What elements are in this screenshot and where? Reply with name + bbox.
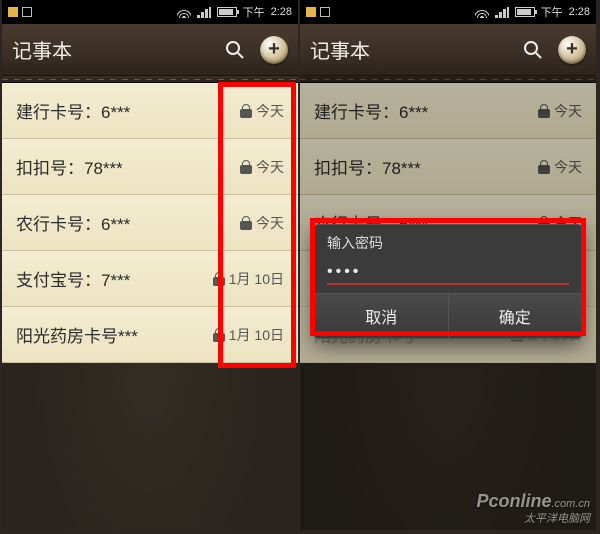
watermark-sub: 太平洋电脑网 — [524, 513, 590, 525]
search-icon — [225, 40, 245, 60]
add-note-button[interactable]: + — [558, 36, 586, 64]
notif-icon — [22, 7, 32, 17]
note-title: 扣扣号：78*** — [16, 154, 240, 179]
note-title: 建行卡号：6*** — [16, 98, 240, 123]
status-bar: 下午 2:28 — [300, 0, 596, 24]
app-title: 记事本 — [310, 35, 510, 64]
lock-icon — [240, 160, 252, 174]
lock-icon — [213, 272, 225, 286]
confirm-button[interactable]: 确定 — [449, 294, 582, 338]
header-stitch — [2, 76, 298, 83]
wifi-icon — [177, 6, 191, 18]
clock-time: 2:28 — [271, 6, 292, 18]
notif-icon — [306, 7, 316, 17]
dialog-buttons: 取消 确定 — [315, 293, 581, 338]
app-title: 记事本 — [12, 35, 212, 64]
notif-icon — [8, 7, 18, 17]
screenshot-left: 下午 2:28 记事本 + 建行卡号：6*** 今天 扣扣号：78*** — [2, 0, 298, 530]
password-input[interactable]: •••• — [327, 261, 569, 285]
app-header: 记事本 + — [2, 24, 298, 76]
lock-icon — [213, 328, 225, 342]
cancel-button[interactable]: 取消 — [315, 294, 449, 338]
clock-time: 2:28 — [569, 6, 590, 18]
note-row[interactable]: 阳光药房卡号*** 1月 10日 — [2, 307, 298, 363]
search-button[interactable] — [220, 35, 250, 65]
watermark-brand: Pconline — [476, 491, 551, 511]
note-title: 支付宝号：7*** — [16, 266, 213, 291]
battery-icon — [217, 7, 237, 17]
wifi-icon — [475, 6, 489, 18]
note-title: 农行卡号：6*** — [16, 210, 240, 235]
battery-icon — [515, 7, 535, 17]
note-row[interactable]: 扣扣号：78*** 今天 — [2, 139, 298, 195]
app-header: 记事本 + — [300, 24, 596, 76]
signal-icon — [197, 7, 211, 18]
empty-area — [2, 363, 298, 530]
note-row[interactable]: 支付宝号：7*** 1月 10日 — [2, 251, 298, 307]
plus-icon: + — [566, 38, 578, 61]
dialog-title: 输入密码 — [315, 225, 581, 257]
notes-list: 建行卡号：6*** 今天 扣扣号：78*** 今天 农行卡号：6*** 今天 支… — [2, 83, 298, 363]
note-row[interactable]: 农行卡号：6*** 今天 — [2, 195, 298, 251]
search-icon — [523, 40, 543, 60]
signal-icon — [495, 7, 509, 18]
clock-period: 下午 — [541, 4, 563, 20]
note-date: 今天 — [256, 157, 284, 177]
note-date: 今天 — [256, 101, 284, 121]
password-masked: •••• — [327, 263, 361, 281]
notif-icon — [320, 7, 330, 17]
note-row[interactable]: 建行卡号：6*** 今天 — [2, 83, 298, 139]
note-date: 今天 — [256, 213, 284, 233]
lock-icon — [240, 104, 252, 118]
plus-icon: + — [268, 38, 280, 61]
note-date: 1月 10日 — [229, 325, 284, 345]
lock-icon — [240, 216, 252, 230]
search-button[interactable] — [518, 35, 548, 65]
clock-period: 下午 — [243, 4, 265, 20]
screenshot-right: 下午 2:28 记事本 + 建行卡号：6*** 今天 扣扣号：78*** — [300, 0, 596, 530]
status-bar: 下午 2:28 — [2, 0, 298, 24]
watermark-suffix: .com.cn — [551, 498, 590, 510]
note-date: 1月 10日 — [229, 269, 284, 289]
note-title: 阳光药房卡号*** — [16, 322, 213, 347]
watermark: Pconline.com.cn 太平洋电脑网 — [476, 491, 590, 526]
password-dialog: 输入密码 •••• 取消 确定 — [314, 224, 582, 339]
add-note-button[interactable]: + — [260, 36, 288, 64]
